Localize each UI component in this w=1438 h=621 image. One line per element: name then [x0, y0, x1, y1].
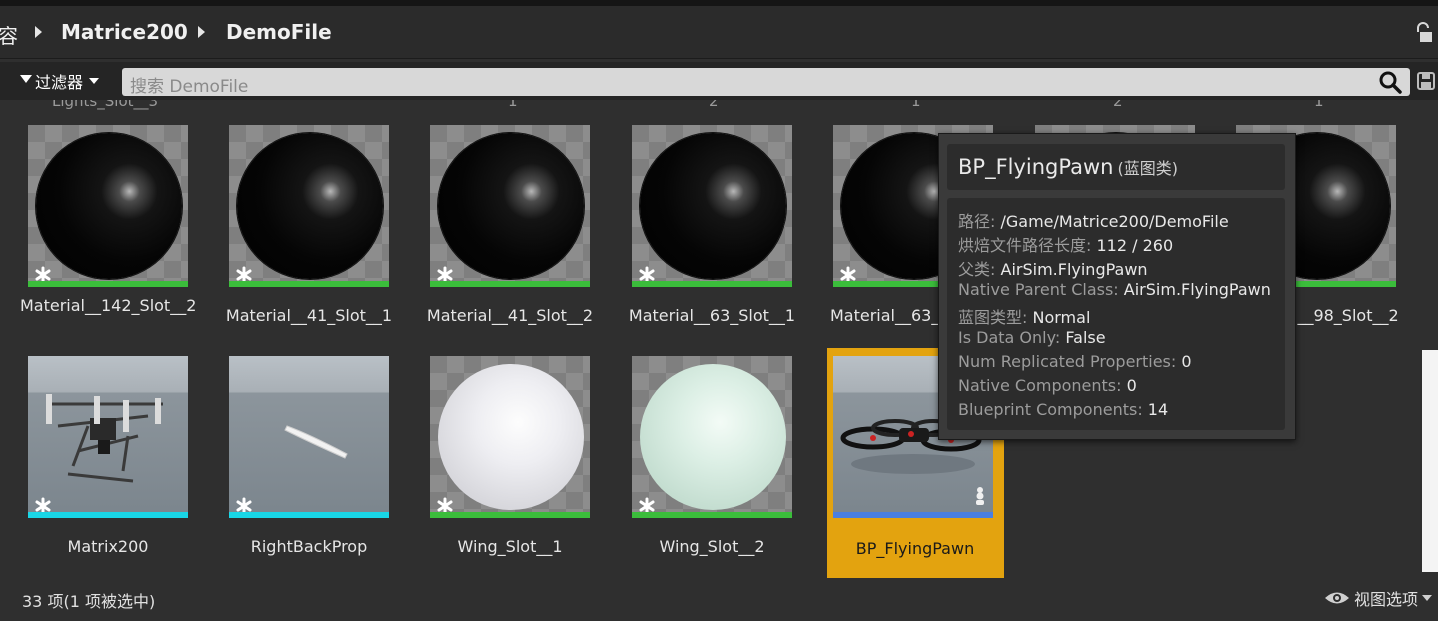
cut-asset-label: 1	[1314, 100, 1324, 110]
propeller-mesh-preview	[284, 425, 348, 459]
pawn-icon	[976, 487, 984, 505]
tooltip-row: Native Parent Class: AirSim.FlyingPawn	[958, 280, 1271, 299]
asset-type-bar	[632, 281, 792, 287]
cut-asset-label: 2	[709, 100, 719, 110]
asset-thumbnail	[632, 356, 792, 518]
breadcrumb-arrow-icon[interactable]	[35, 26, 42, 38]
asset-thumbnail	[229, 356, 389, 518]
save-icon[interactable]	[1416, 70, 1436, 92]
view-options-button[interactable]: 视图选项	[1324, 586, 1432, 610]
filter-button[interactable]: 过滤器	[14, 66, 105, 96]
asset-thumbnail	[632, 125, 792, 287]
filter-bar: 过滤器 搜索 DemoFile	[0, 62, 1438, 100]
item-count: 33 项(1 项被选中)	[22, 592, 156, 611]
asset-type-bar	[632, 512, 792, 518]
asset-tile-material[interactable]: Wing_Slot__2	[629, 350, 795, 572]
asset-label: Wing_Slot__2	[659, 537, 765, 556]
asset-tile-material[interactable]: Material__41_Slot__1	[226, 119, 392, 341]
asset-label: l__98_Slot__2	[1293, 306, 1399, 325]
chevron-down-icon	[89, 78, 100, 84]
cut-asset-label: Lights_Slot__3	[52, 100, 159, 110]
tooltip-row: Native Components: 0	[958, 376, 1137, 395]
asset-type-bar	[833, 512, 993, 518]
status-bar: 33 项(1 项被选中) 视图选项	[0, 582, 1438, 621]
breadcrumb-item-matrice200[interactable]: Matrice200	[61, 20, 188, 44]
cut-asset-label: 1	[508, 100, 518, 110]
asset-label: Material__41_Slot__2	[426, 306, 594, 325]
tooltip-row: 父类: AirSim.FlyingPawn	[958, 260, 1148, 279]
asset-tile-material[interactable]: Material__142_Slot__2	[20, 119, 196, 341]
asset-label: RightBackProp	[250, 537, 368, 556]
tooltip-class-tag: (蓝图类)	[1117, 159, 1178, 178]
asset-label: BP_FlyingPawn	[855, 539, 975, 558]
lock-icon[interactable]	[1414, 22, 1434, 44]
tooltip-row: Num Replicated Properties: 0	[958, 352, 1192, 371]
breadcrumb-partial[interactable]: 容	[0, 20, 18, 49]
asset-label: Material__142_Slot__2	[20, 296, 197, 315]
tooltip-row: Is Data Only: False	[958, 328, 1106, 347]
tooltip-row: 烘焙文件路径长度: 112 / 260	[958, 236, 1174, 255]
filter-label: 过滤器	[35, 73, 84, 92]
asset-thumbnail	[430, 356, 590, 518]
tooltip-title: BP_FlyingPawn (蓝图类)	[958, 155, 1178, 179]
search-input[interactable]: 搜索 DemoFile	[122, 68, 1410, 97]
tooltip-row: 蓝图类型: Normal	[958, 308, 1091, 327]
asset-tile-material[interactable]: Wing_Slot__1	[427, 350, 593, 572]
asset-type-bar	[229, 281, 389, 287]
asset-thumbnail	[28, 125, 188, 287]
breadcrumb-item-demofile[interactable]: DemoFile	[226, 20, 332, 44]
asset-tooltip: BP_FlyingPawn (蓝图类) 路径: /Game/Matrice200/…	[938, 133, 1296, 440]
asset-type-bar	[430, 281, 590, 287]
breadcrumb: 容 Matrice200 DemoFile	[0, 6, 1438, 59]
asset-label: Wing_Slot__1	[457, 537, 563, 556]
asset-type-bar	[229, 512, 389, 518]
funnel-icon	[20, 75, 32, 83]
asset-type-bar	[430, 512, 590, 518]
breadcrumb-arrow-icon[interactable]	[198, 26, 205, 38]
tooltip-row: Blueprint Components: 14	[958, 400, 1169, 419]
asset-tile-static-mesh[interactable]: RightBackProp	[226, 350, 392, 572]
asset-thumbnail	[229, 125, 389, 287]
asset-tile-material[interactable]: Material__41_Slot__2	[427, 119, 593, 341]
cut-asset-label: 2	[1113, 100, 1123, 110]
asset-label: Material__41_Slot__1	[225, 306, 393, 325]
tooltip-header: BP_FlyingPawn (蓝图类)	[947, 144, 1285, 190]
scrollbar-track[interactable]	[1422, 350, 1438, 572]
asset-type-bar	[28, 281, 188, 287]
eye-icon	[1324, 592, 1349, 604]
search-icon[interactable]	[1378, 70, 1402, 94]
chevron-down-icon	[1422, 595, 1432, 601]
tooltip-body: 路径: /Game/Matrice200/DemoFile 烘焙文件路径长度: …	[947, 198, 1285, 430]
cut-asset-label: 1	[911, 100, 921, 110]
search-placeholder: 搜索 DemoFile	[130, 77, 249, 97]
asset-label: Matrix200	[67, 537, 149, 556]
asset-thumbnail	[430, 125, 590, 287]
asset-thumbnail	[28, 356, 188, 518]
asset-label: Material__63_Slot__1	[628, 306, 796, 325]
view-options-label: 视图选项	[1353, 590, 1418, 609]
asset-tile-material[interactable]: Material__63_Slot__1	[629, 119, 795, 341]
asset-tile-static-mesh[interactable]: Matrix200	[25, 350, 191, 572]
asset-type-bar	[28, 512, 188, 518]
tooltip-row: 路径: /Game/Matrice200/DemoFile	[958, 212, 1229, 231]
drone-mesh-preview	[46, 394, 163, 483]
